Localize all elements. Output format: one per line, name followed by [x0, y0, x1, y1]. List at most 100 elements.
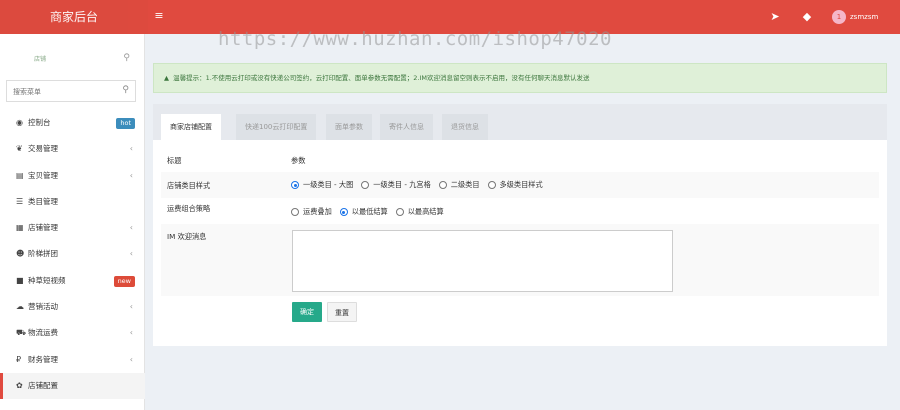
sidebar-item[interactable]: ☁ 营销活动 ‹: [0, 294, 145, 320]
video-icon: ■: [16, 275, 24, 285]
sidebar-shop-header: 店铺 ⚲: [6, 48, 134, 70]
chevron-left-icon[interactable]: ‹: [130, 294, 133, 320]
radio-button[interactable]: [339, 208, 348, 216]
radio-button[interactable]: [361, 181, 370, 189]
reset-button[interactable]: 重置: [327, 302, 357, 322]
row-title: IM 欢迎消息: [167, 232, 207, 241]
tab-kuaidi100[interactable]: 快递100云打印配置: [236, 114, 317, 140]
category-style-options: 一级类目 - 大图 一级类目 - 九宫格 二级类目 多级类目样式: [291, 180, 551, 190]
radio-option[interactable]: 一级类目 - 大图: [291, 180, 353, 190]
sidebar-item[interactable]: ▦ 店铺管理 ‹: [0, 215, 145, 241]
radio-button[interactable]: [291, 181, 299, 189]
chevron-left-icon[interactable]: ‹: [130, 163, 133, 189]
sidebar-item-label: 营销活动: [28, 302, 58, 312]
tab-sender[interactable]: 寄件人信息: [380, 114, 433, 140]
sidebar-item[interactable]: ▤ 宝贝管理 ‹: [0, 163, 145, 189]
radio-option[interactable]: 以最高结算: [395, 207, 444, 217]
brand-title[interactable]: 商家后台: [0, 0, 148, 34]
sidebar-item[interactable]: ⛟ 物流运费 ‹: [0, 320, 145, 346]
radio-button[interactable]: [438, 181, 447, 189]
sidebar-item-label: 阶梯拼团: [28, 249, 58, 259]
tab-shop-config[interactable]: 商家店铺配置: [161, 114, 221, 140]
warning-icon: ▲: [164, 74, 169, 82]
table-row: 运费组合策略 运费叠加 以最低结算 以最高结算: [161, 198, 879, 224]
search-input[interactable]: [13, 86, 113, 98]
chat-icon[interactable]: ◆: [798, 8, 816, 26]
username: zsmzsm: [850, 13, 879, 21]
sidebar-item-label: 宝贝管理: [28, 170, 58, 180]
confirm-button[interactable]: 确定: [292, 302, 322, 322]
sidebar: 店铺 ⚲ ⚲ ◉控制台hot❦交易管理‹▤宝贝管理‹☰类目管理▦店铺管理‹☻阶梯…: [0, 34, 145, 410]
radio-option[interactable]: 以最低结算: [339, 207, 388, 217]
gear-icon: ✿: [16, 380, 23, 390]
radio-button[interactable]: [487, 181, 496, 189]
send-icon[interactable]: ➤: [766, 8, 784, 26]
sidebar-item[interactable]: ☰ 类目管理: [0, 189, 145, 215]
alert-text: 温馨提示：1.不使用云打印或没有快递公司签约，云打印配置、面单参数无需配置；2.…: [173, 74, 590, 82]
radio-button[interactable]: [395, 208, 404, 216]
sidebar-item-label: 控制台: [28, 118, 51, 127]
sidebar-item[interactable]: ◉ 控制台 hot: [0, 110, 145, 136]
sidebar-item-label: 种草短视频: [28, 275, 66, 285]
sidebar-item-label: 店铺管理: [28, 223, 58, 233]
tab-return[interactable]: 退货信息: [442, 114, 488, 140]
table-header: 标题 参数: [161, 148, 879, 172]
tab-bar: 商家店铺配置 快递100云打印配置 面单参数 寄件人信息 退货信息: [153, 104, 887, 140]
radio-option[interactable]: 运费叠加: [291, 207, 332, 217]
table-row: 店铺类目样式 一级类目 - 大图 一级类目 - 九宫格 二级类目 多级类目样式: [161, 172, 879, 198]
sidebar-item-label: 物流运费: [28, 328, 58, 338]
chevron-left-icon[interactable]: ‹: [130, 241, 133, 267]
row-title: 店铺类目样式: [167, 181, 211, 190]
truck-icon: ⛟: [16, 328, 27, 338]
chevron-left-icon[interactable]: ‹: [130, 215, 133, 241]
leaf-icon: ❦: [16, 144, 23, 154]
shipping-strategy-options: 运费叠加 以最低结算 以最高结算: [291, 207, 452, 217]
user-menu[interactable]: 1 zsmzsm: [832, 8, 878, 26]
sidebar-item[interactable]: ✿ 店铺配置: [0, 372, 145, 400]
chevron-left-icon[interactable]: ‹: [130, 347, 133, 373]
column-header-param: 参数: [291, 156, 306, 165]
nav-badge: new: [113, 275, 135, 287]
sidebar-item-label: 交易管理: [28, 144, 58, 154]
nav-badge: hot: [116, 118, 135, 129]
column-header-title: 标题: [167, 156, 182, 165]
radio-label: 运费叠加: [303, 207, 332, 216]
radio-option[interactable]: 多级类目样式: [487, 180, 543, 190]
radio-option[interactable]: 一级类目 - 九宫格: [361, 180, 431, 190]
sidebar-item-label: 店铺配置: [28, 380, 58, 390]
radio-label: 以最高结算: [407, 207, 444, 216]
radio-label: 二级类目: [450, 180, 480, 189]
search-icon[interactable]: ⚲: [122, 85, 129, 95]
im-welcome-textarea[interactable]: [292, 230, 673, 292]
money-icon: ₽: [16, 354, 22, 364]
avatar: 1: [832, 10, 846, 24]
sidebar-nav: ◉ 控制台 hot ❦ 交易管理 ‹ ▤ 宝贝管理 ‹ ☰ 类目管理 ▦ 店铺管理 ‹ ☻ 阶梯拼团 ‹ ■ 种草短…: [0, 110, 145, 400]
chevron-left-icon[interactable]: ‹: [130, 136, 133, 162]
row-title: 运费组合策略: [167, 204, 211, 213]
radio-option[interactable]: 二级类目: [438, 180, 480, 190]
top-navbar: 商家后台 ≡ ➤ ◆ 1 zsmzsm: [0, 0, 900, 34]
info-alert: ▲ 温馨提示：1.不使用云打印或没有快递公司签约，云打印配置、面单参数无需配置；…: [153, 63, 887, 93]
sidebar-item-label: 财务管理: [28, 354, 58, 364]
sidebar-search[interactable]: ⚲: [6, 80, 136, 102]
store-icon: ▦: [16, 223, 24, 233]
shopping-bag-icon: ▤: [16, 170, 24, 180]
tab-waybill[interactable]: 面单参数: [326, 114, 372, 140]
sidebar-item[interactable]: ₽ 财务管理 ‹: [0, 347, 145, 373]
users-icon: ☻: [16, 249, 25, 259]
dashboard-icon: ◉: [16, 118, 23, 127]
cloud-icon: ☁: [16, 302, 24, 312]
search-icon[interactable]: ⚲: [123, 53, 130, 63]
sidebar-item[interactable]: ❦ 交易管理 ‹: [0, 136, 145, 162]
config-panel: 商家店铺配置 快递100云打印配置 面单参数 寄件人信息 退货信息 标题 参数 …: [153, 104, 887, 346]
radio-label: 以最低结算: [351, 207, 388, 216]
chevron-left-icon[interactable]: ‹: [130, 320, 133, 346]
radio-button[interactable]: [291, 208, 299, 216]
radio-label: 多级类目样式: [499, 180, 543, 189]
sidebar-item[interactable]: ☻ 阶梯拼团 ‹: [0, 241, 145, 267]
sidebar-item[interactable]: ■ 种草短视频 new: [0, 268, 145, 294]
radio-label: 一级类目 - 大图: [303, 180, 354, 189]
list-icon: ☰: [16, 196, 24, 206]
bars-icon[interactable]: ≡: [152, 9, 166, 23]
sidebar-item-label: 类目管理: [28, 196, 58, 206]
